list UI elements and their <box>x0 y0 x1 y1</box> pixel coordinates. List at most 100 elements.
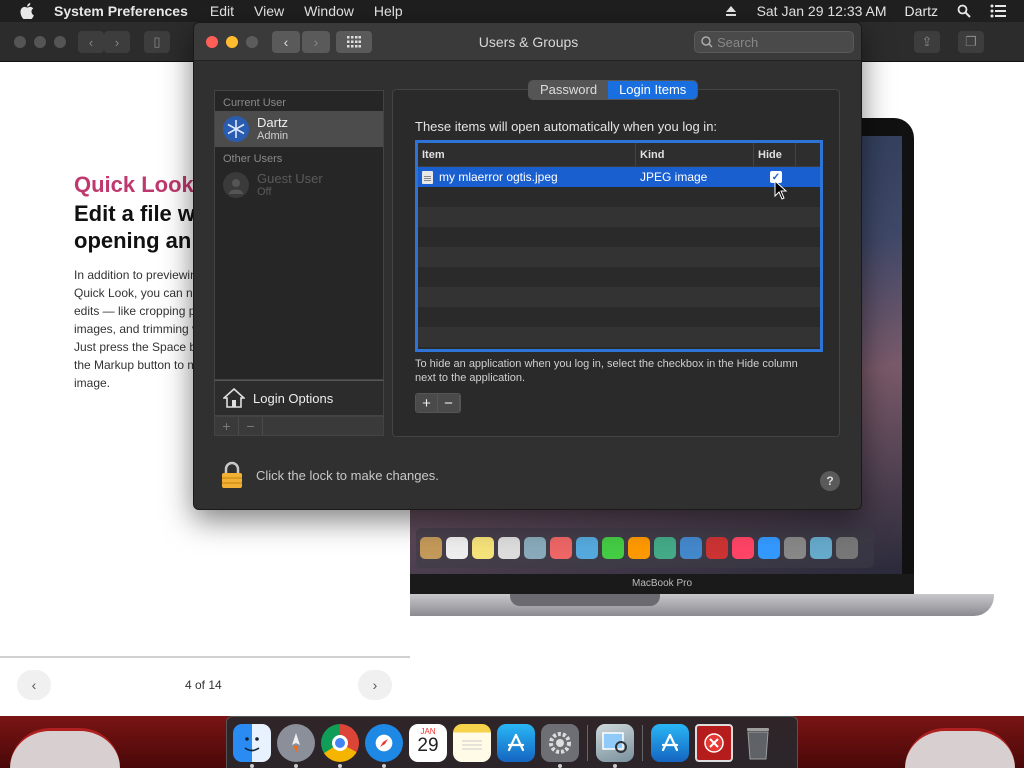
lock-row: Click the lock to make changes. <box>220 461 439 489</box>
hide-hint-text: To hide an application when you log in, … <box>415 358 798 384</box>
user-add-remove-bar: + − <box>214 416 384 436</box>
running-indicator <box>382 763 386 768</box>
empty-row <box>418 207 820 227</box>
menu-clock[interactable]: Sat Jan 29 12:33 AM <box>757 3 887 19</box>
table-row[interactable]: my mlaerror ogtis.jpeg JPEG image ✓ <box>418 167 820 187</box>
menu-view[interactable]: View <box>254 3 284 19</box>
empty-row <box>418 327 820 347</box>
current-user-role: Admin <box>257 129 289 142</box>
tab-password[interactable]: Password <box>529 81 609 99</box>
login-options-button[interactable]: Login Options <box>214 380 384 416</box>
users-groups-window: Users & Groups ‹ › Current User Dartz <box>193 22 862 510</box>
article-heading: Edit a file without opening an app <box>74 201 195 253</box>
login-items-table[interactable]: Item Kind Hide my mlaerror ogtis.jpeg JP… <box>415 140 823 352</box>
add-login-item-button[interactable]: + <box>416 394 438 412</box>
chrome-icon[interactable] <box>321 723 359 768</box>
minimize-button[interactable] <box>226 36 238 48</box>
show-all-button[interactable] <box>336 31 372 53</box>
running-indicator <box>338 763 342 768</box>
close-button[interactable] <box>206 36 218 48</box>
macbook-dock <box>416 528 874 568</box>
article-clip: Quick Look Edit a file without opening a… <box>0 22 195 716</box>
empty-row <box>418 247 820 267</box>
launchpad-icon[interactable] <box>277 723 315 768</box>
empty-row <box>418 187 820 207</box>
app-store-icon[interactable] <box>651 723 689 762</box>
back-button[interactable]: ‹ <box>272 31 300 53</box>
pager-divider <box>0 656 410 658</box>
column-header-hide[interactable]: Hide <box>754 143 796 166</box>
item-add-remove-bar: + − <box>415 393 461 413</box>
page-navigator: ‹ 4 of 14 › <box>0 656 410 716</box>
close-app-icon[interactable] <box>695 723 733 762</box>
row-item-cell: my mlaerror ogtis.jpeg <box>418 170 636 184</box>
empty-row <box>418 267 820 287</box>
notification-center-icon[interactable] <box>990 3 1006 19</box>
menu-help[interactable]: Help <box>374 3 403 19</box>
menu-edit[interactable]: Edit <box>210 3 234 19</box>
login-options-label: Login Options <box>253 390 334 406</box>
app-menu[interactable]: System Preferences <box>54 3 188 19</box>
notes-icon[interactable] <box>453 723 491 762</box>
search-icon <box>701 36 713 48</box>
house-icon <box>223 388 245 408</box>
dock-separator <box>587 724 588 761</box>
add-user-button[interactable]: + <box>215 417 239 435</box>
grid-icon <box>347 36 361 48</box>
eject-icon[interactable] <box>723 3 739 19</box>
mouse-pointer-icon <box>774 180 788 200</box>
next-page-button[interactable]: › <box>358 670 392 700</box>
login-items-caption: These items will open automatically when… <box>415 119 718 134</box>
empty-row <box>418 287 820 307</box>
spotlight-search-icon[interactable] <box>956 3 972 19</box>
menu-user[interactable]: Dartz <box>905 3 938 19</box>
running-indicator <box>558 763 562 768</box>
system-preferences-icon[interactable] <box>541 723 579 768</box>
row-item-kind: JPEG image <box>640 170 708 184</box>
calendar-day: 29 <box>417 734 439 756</box>
menu-window[interactable]: Window <box>304 3 354 19</box>
preview-tabs-icon[interactable]: ❐ <box>958 31 984 53</box>
wallpaper-shape <box>905 728 1015 768</box>
safari-icon[interactable] <box>365 723 403 768</box>
remove-user-button[interactable]: − <box>239 417 263 435</box>
trash-icon[interactable] <box>739 724 777 762</box>
lock-message: Click the lock to make changes. <box>256 467 439 483</box>
app-store-icon[interactable] <box>497 723 535 762</box>
tab-login-items[interactable]: Login Items <box>608 81 698 99</box>
users-sidebar: Current User Dartz Admin Other Users Gue… <box>214 90 384 380</box>
user-row-guest[interactable]: Guest User Off <box>215 167 383 203</box>
forward-button[interactable]: › <box>302 31 330 53</box>
running-indicator <box>613 763 617 768</box>
guest-user-name: Guest User <box>257 170 323 186</box>
current-user-name: Dartz <box>257 114 289 130</box>
apple-menu-icon[interactable] <box>18 2 36 20</box>
other-users-header: Other Users <box>223 153 283 165</box>
lock-icon[interactable] <box>220 461 244 489</box>
zoom-button[interactable] <box>246 36 258 48</box>
macbook-label: MacBook Pro <box>410 574 914 594</box>
search-field[interactable] <box>694 31 854 53</box>
column-header-kind[interactable]: Kind <box>636 143 754 166</box>
calendar-icon[interactable]: JAN 29 <box>409 723 447 762</box>
menu-bar: System Preferences Edit View Window Help… <box>0 0 1024 22</box>
search-input[interactable] <box>717 34 847 50</box>
chevron-right-icon: › <box>313 34 319 50</box>
document-icon <box>422 170 433 184</box>
dock: JAN 29 <box>226 716 798 768</box>
user-row-current[interactable]: Dartz Admin <box>215 111 383 147</box>
column-header-item[interactable]: Item <box>418 143 636 166</box>
window-titlebar: Users & Groups ‹ › <box>194 23 861 61</box>
remove-login-item-button[interactable]: − <box>438 394 460 412</box>
macbook-notch <box>510 594 660 606</box>
macbook-base <box>410 594 994 616</box>
previous-page-button[interactable]: ‹ <box>17 670 51 700</box>
row-item-name: my mlaerror ogtis.jpeg <box>439 170 558 184</box>
article-kicker: Quick Look <box>74 172 194 197</box>
empty-row <box>418 227 820 247</box>
finder-icon[interactable] <box>233 723 271 768</box>
running-indicator <box>294 763 298 768</box>
preview-icon[interactable] <box>596 723 634 768</box>
help-button[interactable]: ? <box>820 471 840 491</box>
preview-share-icon[interactable]: ⇪ <box>914 31 940 53</box>
